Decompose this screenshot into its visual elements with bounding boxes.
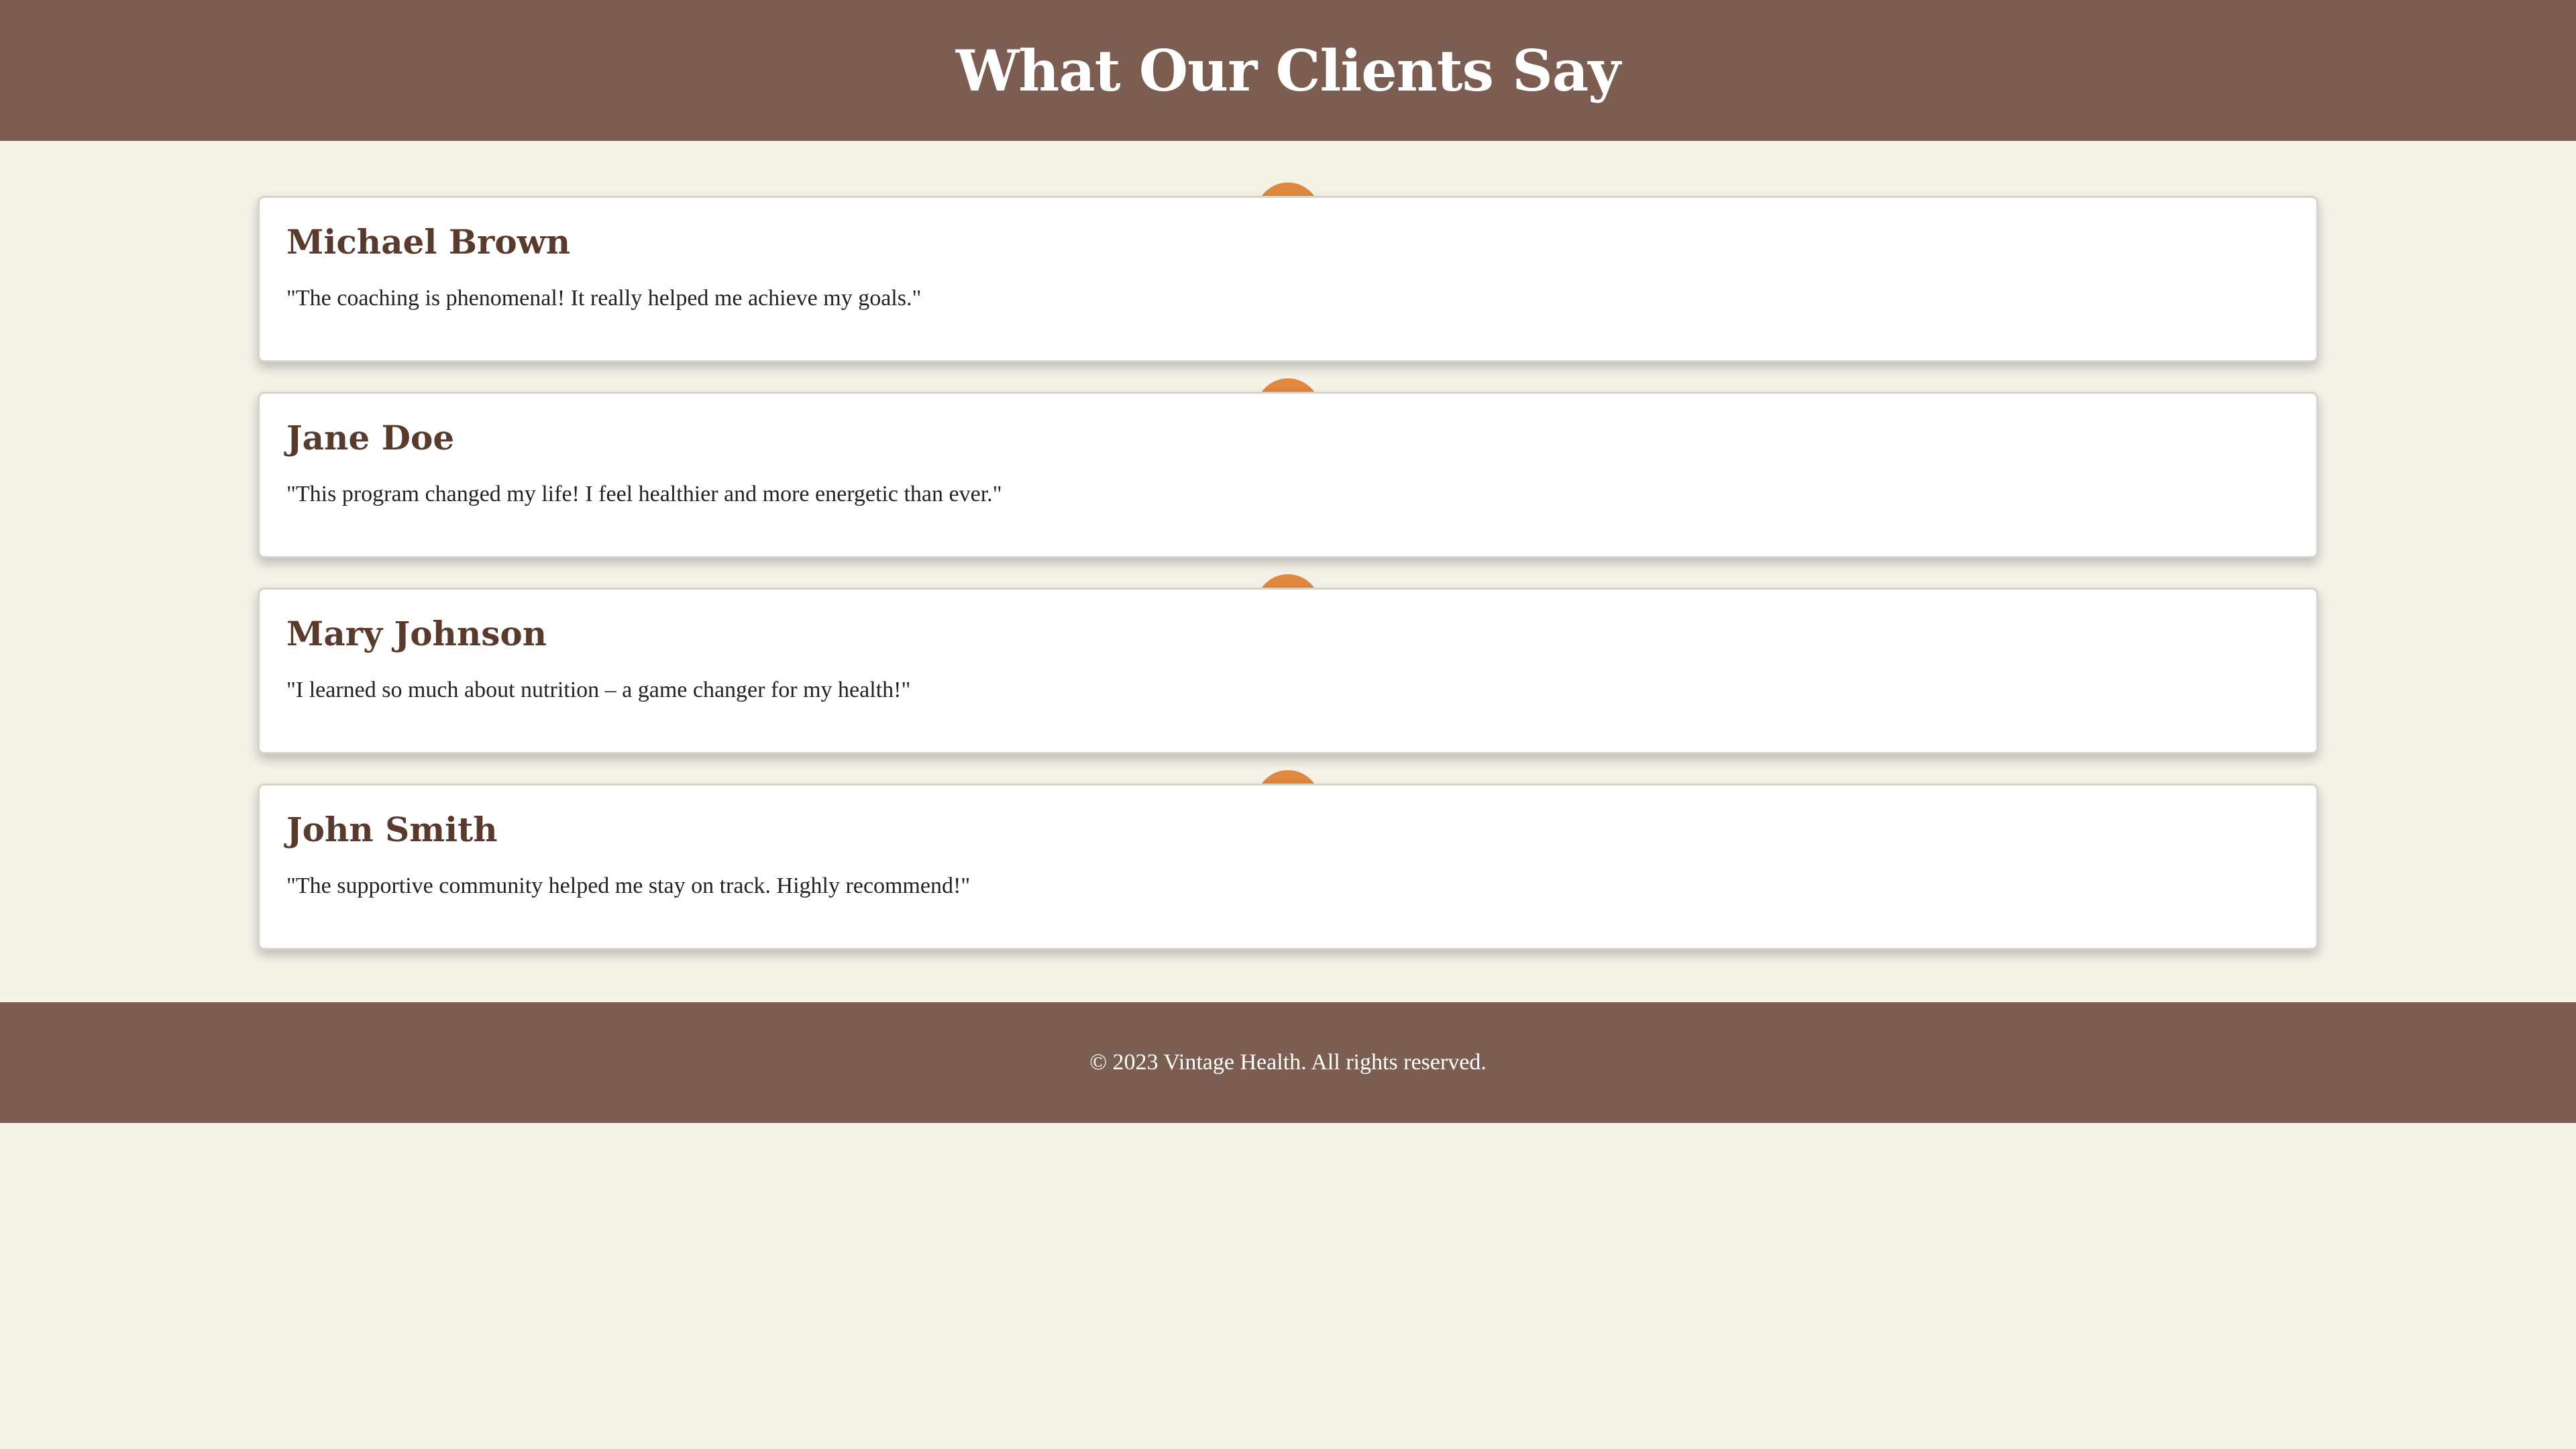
testimonial-item: John Smith "The supportive community hel… — [258, 770, 2318, 966]
testimonial-name: Michael Brown — [286, 222, 571, 262]
testimonial-card: Mary Johnson "I learned so much about nu… — [258, 588, 2318, 754]
page-footer: © 2023 Vintage Health. All rights reserv… — [0, 1002, 2576, 1123]
testimonial-name: Mary Johnson — [286, 614, 547, 653]
testimonial-card: Michael Brown "The coaching is phenomena… — [258, 196, 2318, 362]
testimonial-card: John Smith "The supportive community hel… — [258, 784, 2318, 950]
testimonial-item: Mary Johnson "I learned so much about nu… — [258, 574, 2318, 770]
testimonial-quote: "I learned so much about nutrition – a g… — [286, 678, 911, 702]
testimonial-item: Jane Doe "This program changed my life! … — [258, 378, 2318, 574]
testimonial-quote: "The coaching is phenomenal! It really h… — [286, 286, 922, 311]
testimonial-quote: "The supportive community helped me stay… — [286, 873, 971, 898]
page-header: What Our Clients Say — [0, 0, 2576, 141]
testimonial-name: John Smith — [286, 810, 498, 849]
copyright-text: © 2023 Vintage Health. All rights reserv… — [1089, 1050, 1487, 1075]
testimonial-quote: "This program changed my life! I feel he… — [286, 482, 1002, 506]
testimonial-card: Jane Doe "This program changed my life! … — [258, 392, 2318, 558]
testimonial-name: Jane Doe — [286, 418, 455, 458]
testimonials-list: Michael Brown "The coaching is phenomena… — [258, 182, 2318, 966]
testimonial-item: Michael Brown "The coaching is phenomena… — [258, 182, 2318, 378]
page-title: What Our Clients Say — [955, 37, 1621, 104]
